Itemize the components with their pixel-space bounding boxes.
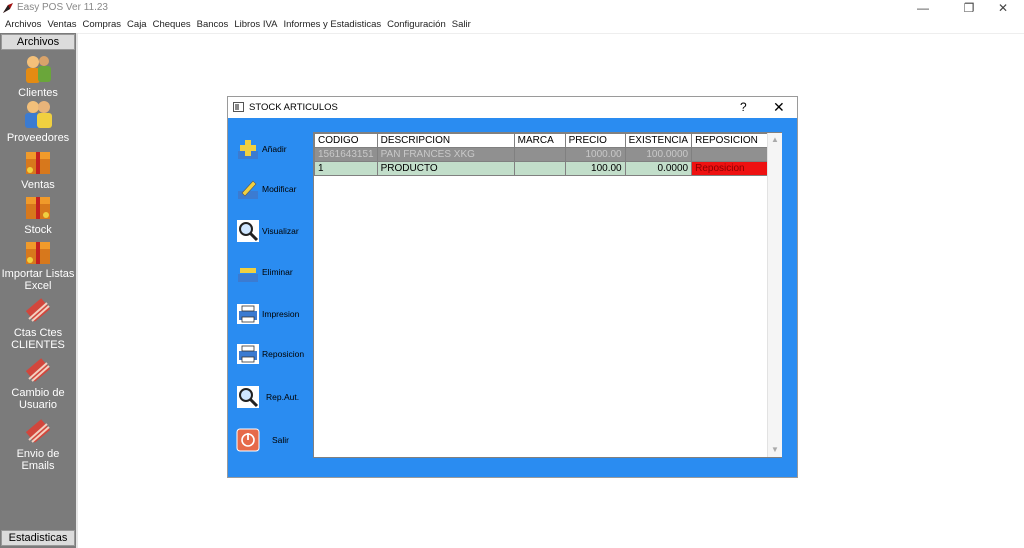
- table-row[interactable]: 1561643151 PAN FRANCES XKG 1000.00 100.0…: [314, 147, 781, 162]
- app-logo-icon: [3, 3, 13, 13]
- column-header-marca[interactable]: MARCA: [513, 133, 566, 148]
- stock-articulos-dialog: STOCK ARTICULOS ? ✕ Añadir Modificar Vis…: [227, 96, 798, 478]
- menu-bar: Archivos Ventas Compras Caja Cheques Bancos Li…: [0, 16, 1024, 34]
- cell-precio: 100.00: [564, 161, 626, 176]
- stock-grid[interactable]: CODIGO DESCRIPCION MARCA PRECIO EXISTENC…: [313, 132, 782, 458]
- search-icon: [237, 386, 259, 408]
- sidebar-item-label: Envio de Emails: [16, 448, 60, 472]
- email-icon: [25, 419, 51, 443]
- help-button[interactable]: ?: [740, 100, 747, 114]
- cell-precio: 1000.00: [564, 147, 626, 162]
- salir-label: Salir: [272, 435, 290, 445]
- sidebar-item-ctas-ctes-clientes[interactable]: Ctas Ctes CLIENTES: [0, 297, 76, 351]
- accounts-icon: [25, 298, 51, 322]
- window-icon: [233, 102, 244, 112]
- visualizar-label: Visualizar: [262, 226, 299, 236]
- cell-existencia: 100.0000: [624, 147, 693, 162]
- impresion-button[interactable]: Impresion: [234, 300, 304, 330]
- menu-cheques[interactable]: Cheques: [150, 16, 194, 33]
- suppliers-icon: [25, 101, 52, 128]
- power-icon: [236, 428, 260, 452]
- menu-libros-iva[interactable]: Libros IVA: [231, 16, 280, 33]
- rep-aut-button[interactable]: Rep.Aut.: [234, 383, 304, 413]
- clients-icon: [26, 56, 51, 83]
- stock-icon: [26, 197, 50, 219]
- sidebar-item-proveedores[interactable]: Proveedores: [0, 98, 76, 144]
- close-window-button[interactable]: ✕: [980, 0, 1024, 16]
- table-header-row: CODIGO DESCRIPCION MARCA PRECIO EXISTENC…: [314, 133, 781, 148]
- vertical-scrollbar[interactable]: ▲ ▼: [767, 133, 782, 457]
- menu-bancos[interactable]: Bancos: [194, 16, 232, 33]
- sidebar-item-label: Cambio de Usuario: [11, 387, 65, 411]
- menu-informes[interactable]: Informes y Estadisticas: [280, 16, 384, 33]
- salir-button[interactable]: Salir: [234, 426, 304, 456]
- reposicion-button[interactable]: Reposicion: [234, 340, 304, 370]
- delete-icon: [238, 268, 258, 282]
- dialog-title: STOCK ARTICULOS: [249, 102, 338, 113]
- menu-configuracion[interactable]: Configuración: [384, 16, 449, 33]
- menu-compras[interactable]: Compras: [80, 16, 125, 33]
- eliminar-button[interactable]: Eliminar: [234, 258, 304, 288]
- sidebar-footer-estadisticas[interactable]: Estadisticas: [1, 530, 75, 546]
- sales-icon: [26, 152, 50, 174]
- import-excel-icon: [26, 242, 50, 264]
- sidebar-item-label: Stock: [24, 224, 52, 236]
- printer-icon: [237, 304, 259, 324]
- add-icon: [238, 140, 258, 159]
- anadir-button[interactable]: Añadir: [234, 135, 304, 165]
- menu-salir[interactable]: Salir: [449, 16, 474, 33]
- cell-marca: [513, 161, 566, 176]
- column-header-descripcion[interactable]: DESCRIPCION: [376, 133, 515, 148]
- scroll-down-icon[interactable]: ▼: [771, 445, 779, 454]
- column-header-existencia[interactable]: EXISTENCIA: [624, 133, 693, 148]
- cell-codigo: 1: [314, 161, 378, 176]
- dialog-close-button[interactable]: ✕: [773, 99, 785, 116]
- menu-ventas[interactable]: Ventas: [44, 16, 79, 33]
- visualizar-button[interactable]: Visualizar: [234, 217, 304, 247]
- minimize-button[interactable]: —: [900, 0, 946, 16]
- sidebar-item-cambio-de-usuario[interactable]: Cambio de Usuario: [0, 357, 76, 411]
- sidebar: Archivos Clientes Proveedores Ventas Sto…: [0, 33, 78, 548]
- cell-existencia: 0.0000: [624, 161, 693, 176]
- anadir-label: Añadir: [262, 144, 287, 154]
- rep-aut-label: Rep.Aut.: [266, 392, 300, 402]
- stock-table: CODIGO DESCRIPCION MARCA PRECIO EXISTENC…: [314, 133, 781, 176]
- sidebar-item-ventas[interactable]: Ventas: [0, 145, 76, 191]
- eliminar-label: Eliminar: [262, 267, 293, 277]
- column-header-codigo[interactable]: CODIGO: [314, 133, 378, 148]
- printer-icon: [237, 344, 259, 364]
- impresion-label: Impresion: [262, 309, 300, 319]
- cell-descripcion: PRODUCTO: [376, 161, 515, 176]
- cell-marca: [513, 147, 566, 162]
- menu-archivos[interactable]: Archivos: [0, 16, 44, 33]
- column-header-precio[interactable]: PRECIO: [564, 133, 626, 148]
- view-icon: [237, 220, 259, 242]
- sidebar-item-clientes[interactable]: Clientes: [0, 53, 76, 99]
- sidebar-item-label: Proveedores: [6, 132, 70, 144]
- sidebar-item-label: Importar Listas Excel: [1, 268, 75, 292]
- reposicion-label: Reposicion: [262, 349, 305, 359]
- edit-icon: [238, 180, 258, 199]
- sidebar-item-envio-de-emails[interactable]: Envio de Emails: [0, 418, 76, 472]
- change-user-icon: [25, 358, 51, 382]
- sidebar-item-label: Ctas Ctes CLIENTES: [11, 327, 65, 351]
- cell-codigo: 1561643151: [314, 147, 378, 162]
- window-title: Easy POS Ver 11.23: [17, 2, 108, 13]
- sidebar-item-importar-listas-excel[interactable]: Importar Listas Excel: [0, 236, 76, 292]
- scroll-up-icon[interactable]: ▲: [771, 135, 779, 144]
- sidebar-header-archivos[interactable]: Archivos: [1, 34, 75, 50]
- window-titlebar: Easy POS Ver 11.23 — ❐ ✕: [0, 0, 1024, 16]
- dialog-titlebar: STOCK ARTICULOS ? ✕: [228, 97, 797, 118]
- modificar-label: Modificar: [262, 184, 297, 194]
- cell-descripcion: PAN FRANCES XKG: [376, 147, 515, 162]
- menu-caja[interactable]: Caja: [124, 16, 150, 33]
- sidebar-item-stock[interactable]: Stock: [0, 190, 76, 236]
- table-row[interactable]: 1 PRODUCTO 100.00 0.0000 Reposicion: [314, 161, 781, 176]
- modificar-button[interactable]: Modificar: [234, 175, 304, 205]
